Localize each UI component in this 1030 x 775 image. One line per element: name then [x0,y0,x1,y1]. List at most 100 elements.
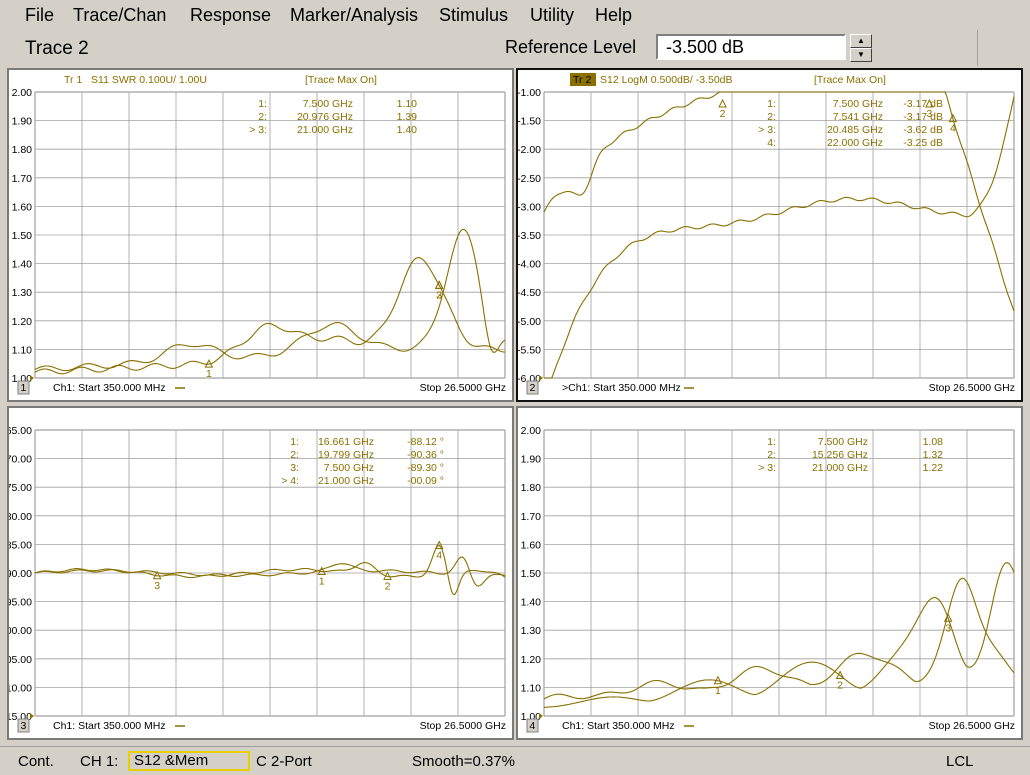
trace-window-1[interactable]: Tr 1 S11 SWR 0.100U/ 1.00U [Trace Max On] 2… [7,68,514,402]
marker-frequency: 21.000 GHz [318,475,374,487]
graticule [34,91,506,379]
channel-label: CH 1: [80,753,119,770]
marker-glyph-label: 1 [319,575,325,587]
marker-glyph-label: 1 [715,685,721,697]
y-tick-label: 1.30 [521,625,542,637]
y-tick-label: -75.00 [9,482,32,494]
marker-id: 4: [767,137,776,149]
trace-number[interactable]: Tr 2 [573,74,591,86]
y-tick-label: -100.00 [9,625,32,637]
trace-plot-svg[interactable]: Tr 2 S12 LogM 0.500dB/ -3.50dB [Trace Max … [518,70,1021,400]
y-tick-label: -4.50 [518,287,541,299]
trace-format-info[interactable]: S11 SWR 0.100U/ 1.00U [91,74,207,86]
reference-level-input[interactable] [656,34,846,60]
marker-value: -88.12 ° [407,436,444,448]
marker-frequency: 22.000 GHz [827,137,883,149]
menu-stimulus[interactable]: Stimulus [439,5,508,26]
y-tick-label: -3.50 [518,230,541,242]
menu-bar: File Trace/Chan Response Marker/Analysis… [0,0,1030,33]
arrow-down-icon: ▼ [857,50,865,59]
trace-format-info[interactable]: S12 LogM 0.500dB/ -3.50dB [600,74,733,86]
stop-frequency[interactable]: Stop 26.5000 GHz [929,382,1015,394]
menu-response[interactable]: Response [190,5,271,26]
y-tick-label: -1.50 [518,116,541,128]
y-tick-label: -85.00 [9,539,32,551]
marker-id: 2: [258,111,267,123]
reference-position-icon [539,375,543,381]
y-tick-label: 1.60 [12,201,33,213]
menu-utility[interactable]: Utility [530,5,574,26]
spin-down-button[interactable]: ▼ [850,48,872,62]
y-tick-label: -110.00 [9,682,32,694]
marker-id: 2: [767,111,776,123]
start-frequency[interactable]: Ch1: Start 350.000 MHz [53,382,166,394]
marker-value: 1.32 [923,449,944,461]
marker-glyph-label: 4 [436,550,442,562]
marker-glyph[interactable]: 2 [718,98,727,120]
status-bar: Cont. CH 1: S12 &Mem C 2-Port Smooth=0.3… [0,746,1030,775]
window-number: 1 [21,382,27,394]
trace-number[interactable]: Tr 1 [64,74,82,86]
trace-plot-svg[interactable]: 2.00 1.90 1.80 1.70 1.60 1.50 1.40 1.30 1.20 1.10… [518,408,1021,738]
marker-glyph-label: 3 [154,580,160,592]
marker-glyph-label: 2 [720,108,726,120]
y-tick-label: -105.00 [9,654,32,666]
marker-value: -3.17 dB [903,111,943,123]
y-tick-label: 2.00 [521,425,542,437]
marker-frequency: 7.500 GHz [303,98,353,110]
calibration-status[interactable]: C 2-Port [256,753,312,770]
marker-id: 2: [767,449,776,461]
graticule [543,91,1015,379]
y-tick-label: -70.00 [9,454,32,466]
y-tick-label: -5.50 [518,344,541,356]
y-tick-label: 1.20 [521,654,542,666]
marker-id: > 3: [249,124,267,136]
y-tick-label: 1.10 [521,682,542,694]
marker-value: 1.39 [397,111,418,123]
menu-marker-analysis[interactable]: Marker/Analysis [290,5,418,26]
menu-help[interactable]: Help [595,5,632,26]
start-frequency[interactable]: >Ch1: Start 350.000 MHz [562,382,681,394]
start-frequency[interactable]: Ch1: Start 350.000 MHz [562,720,675,732]
trace-window-4[interactable]: 2.00 1.90 1.80 1.70 1.60 1.50 1.40 1.30 1.20 1.10… [516,406,1023,740]
stop-frequency[interactable]: Stop 26.5000 GHz [420,720,506,732]
y-tick-label: -80.00 [9,511,32,523]
marker-glyph[interactable]: 2 [835,670,845,691]
marker-glyph-label: 3 [945,622,951,634]
sweep-mode[interactable]: Cont. [18,753,54,770]
stop-frequency[interactable]: Stop 26.5000 GHz [420,382,506,394]
stop-frequency[interactable]: Stop 26.5000 GHz [929,720,1015,732]
trace-window-3[interactable]: -65.00 -70.00 -75.00 -80.00 -85.00 -90.00 -95.… [7,406,514,740]
y-tick-label: 1.50 [521,568,542,580]
menu-trace-chan[interactable]: Trace/Chan [73,5,166,26]
y-tick-label: 1.90 [521,454,542,466]
marker-value: 1.08 [923,436,944,448]
y-tick-label: -4.00 [518,259,541,271]
y-tick-label: 2.00 [12,87,33,99]
y-tick-label: 1.30 [12,287,33,299]
y-tick-label: -1.00 [518,87,541,99]
reference-level-spinner: ▲ ▼ [850,33,872,62]
marker-frequency: 21.000 GHz [812,462,868,474]
marker-id: 1: [290,436,299,448]
marker-frequency: 15.256 GHz [812,449,868,461]
y-tick-label: 1.90 [12,116,33,128]
menu-file[interactable]: File [25,5,54,26]
marker-value: -89.30 ° [407,462,444,474]
marker-value: -3.25 dB [903,137,943,149]
start-frequency[interactable]: Ch1: Start 350.000 MHz [53,720,166,732]
trace-window-2[interactable]: Tr 2 S12 LogM 0.500dB/ -3.50dB [Trace Max … [516,68,1023,402]
spin-up-button[interactable]: ▲ [850,34,872,48]
marker-frequency: 7.500 GHz [818,436,868,448]
smoothing-status: Smooth=0.37% [412,753,515,770]
toolbar-divider [977,30,978,66]
local-indicator: LCL [946,753,974,770]
marker-value: -00.09 ° [407,475,444,487]
marker-frequency: 19.799 GHz [318,449,374,461]
trace-plot-svg[interactable]: -65.00 -70.00 -75.00 -80.00 -85.00 -90.00 -95.… [9,408,512,738]
trace-plot-svg[interactable]: Tr 1 S11 SWR 0.100U/ 1.00U [Trace Max On] 2… [9,70,512,400]
marker-id: > 3: [758,462,776,474]
active-measurement[interactable]: S12 &Mem [128,751,250,771]
marker-value: 1.40 [397,124,418,136]
arrow-up-icon: ▲ [857,36,865,45]
